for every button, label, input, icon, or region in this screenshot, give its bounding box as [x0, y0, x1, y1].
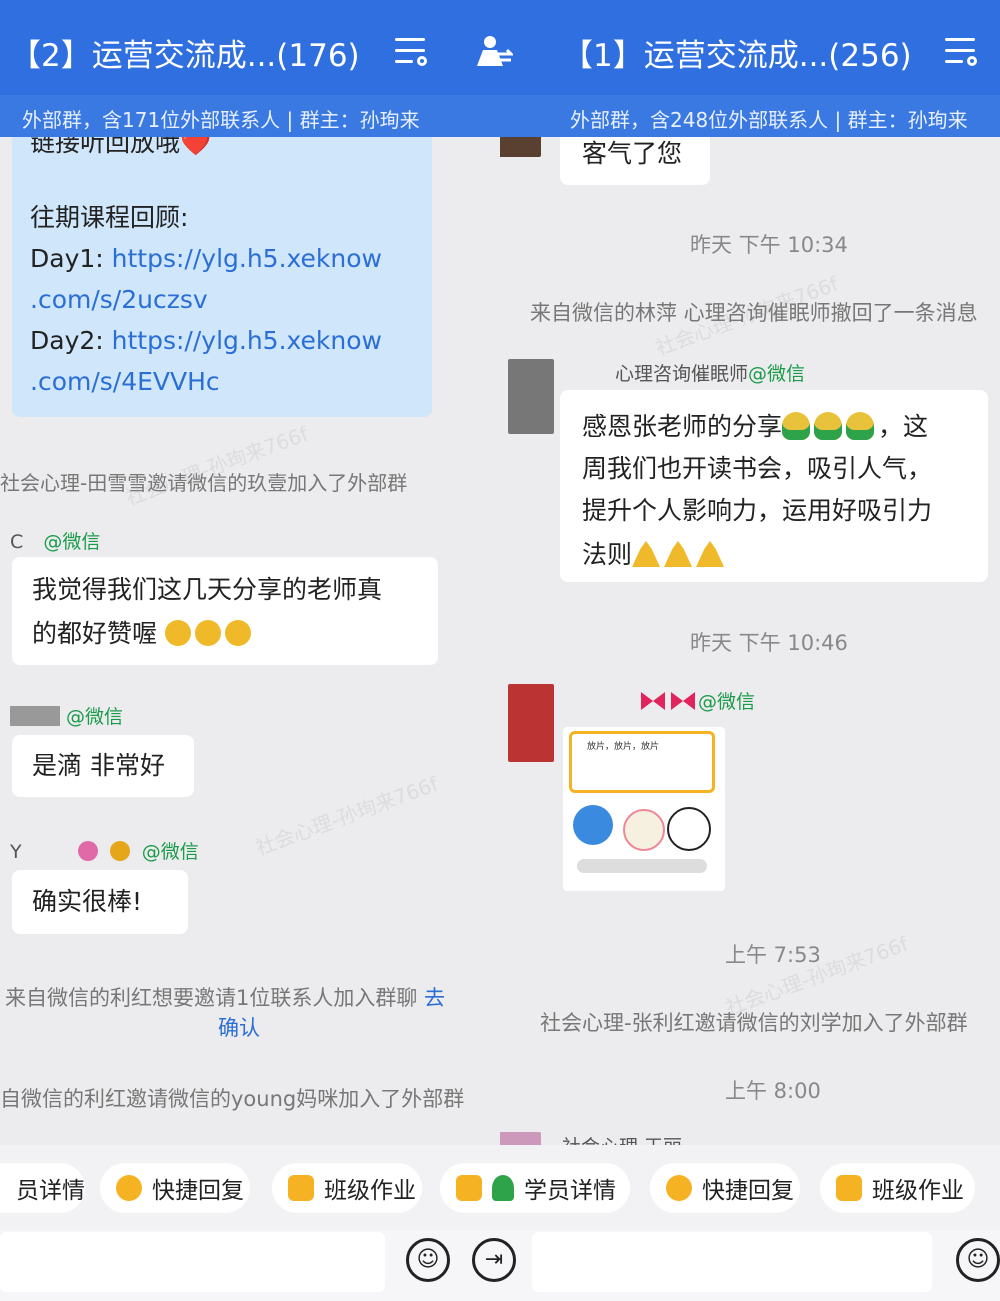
sunflower-icon	[109, 841, 130, 861]
calendar-icon	[456, 1175, 482, 1201]
avatar[interactable]	[500, 137, 541, 157]
sender-name: @微信	[10, 702, 123, 729]
smiley-face-icon[interactable]: ☺	[956, 1238, 1000, 1282]
praying-hands-icon	[696, 541, 725, 567]
quick-reply-button[interactable]: 快捷回复	[650, 1163, 800, 1213]
message-text: 的都好赞喔	[32, 619, 158, 648]
praying-hands-icon	[632, 541, 661, 567]
thumbs-up-icon	[164, 620, 191, 646]
day1-link-cont[interactable]: .com/s/2uczsv	[30, 279, 208, 320]
timestamp: 上午 8:00	[725, 1079, 821, 1103]
message-text: 提升个人影响力，运用好吸引力	[582, 496, 933, 525]
message-text: 法则	[582, 540, 633, 569]
clipboard-icon	[836, 1175, 862, 1201]
quick-reply-button[interactable]: 快捷回复	[100, 1163, 250, 1213]
wechat-tag: @微信	[698, 691, 756, 713]
sender-name: 社会心理 王丽	[562, 1132, 682, 1145]
chat-bubble-icon	[116, 1175, 142, 1201]
sticker-caption: 放片，放片，放片	[587, 742, 660, 752]
smiley-face-icon[interactable]: ☺	[406, 1238, 450, 1282]
left-menu-icon[interactable]	[395, 36, 427, 66]
bow-icon	[641, 692, 665, 710]
message-text: 链接听回放哦❤️	[30, 137, 212, 157]
day2-link-cont[interactable]: .com/s/4EVVHc	[30, 361, 220, 402]
thumbs-up-icon	[194, 620, 221, 646]
message-text: 客气了您	[582, 139, 683, 168]
day2-link[interactable]: https://ylg.h5.xeknow	[112, 326, 382, 355]
sender-name: Y @微信	[10, 841, 199, 863]
left-chat-title[interactable]: 【2】运营交流成...(176)	[10, 30, 360, 75]
message-text: 我觉得我们这几天分享的老师真	[32, 575, 383, 604]
message-input-right[interactable]	[532, 1232, 932, 1292]
left-chat-pane[interactable]: 链接听回放哦❤️ 往期课程回顾: Day1: https://ylg.h5.xe…	[0, 137, 500, 1145]
message-bubble[interactable]: 是滴 非常好	[12, 735, 194, 797]
praying-hands-icon	[664, 541, 693, 567]
class-homework-button[interactable]: 班级作业	[272, 1163, 422, 1213]
confirm-link[interactable]: 去	[424, 986, 445, 1010]
thumbs-up-icon	[224, 620, 251, 646]
message-bubble[interactable]: 感恩张老师的分享 ，这 周我们也开读书会，吸引人气， 提升个人影响力，运用好吸引力…	[560, 390, 988, 582]
message-text: ，这	[878, 412, 929, 441]
message-text: 周我们也开读书会，吸引人气，	[582, 454, 933, 483]
wechat-tag: @微信	[66, 706, 124, 728]
sprout-icon	[782, 412, 811, 440]
right-menu-icon[interactable]	[945, 36, 977, 66]
right-group-info: 外部群，含248位外部联系人 | 群主：孙珣来	[570, 108, 968, 132]
clipboard-icon	[288, 1175, 314, 1201]
chat-bubble-icon	[666, 1175, 692, 1201]
avatar[interactable]	[508, 359, 554, 434]
message-bubble[interactable]: 确实很棒!	[12, 870, 188, 934]
message-input-left[interactable]	[0, 1232, 385, 1292]
message-text: 确实很棒!	[32, 887, 143, 916]
sender-name: C @微信	[10, 531, 101, 553]
link-message-bubble[interactable]: 链接听回放哦❤️ 往期课程回顾: Day1: https://ylg.h5.xe…	[12, 137, 432, 417]
bow-icon	[671, 692, 695, 710]
confirm-link[interactable]: 确认	[218, 1012, 260, 1042]
sprout-icon	[814, 412, 843, 440]
day-label: Day1:	[30, 244, 104, 273]
wechat-tag: @微信	[141, 841, 199, 863]
left-group-info: 外部群，含171位外部联系人 | 群主：孙珣来	[22, 108, 420, 132]
message-text: 是滴 非常好	[32, 751, 165, 780]
voice-input-icon[interactable]: ⇥	[472, 1238, 516, 1282]
day1-link[interactable]: https://ylg.h5.xeknow	[112, 244, 382, 273]
person-transfer-icon[interactable]	[473, 34, 513, 68]
student-details-button[interactable]: 员详情	[0, 1163, 85, 1213]
timestamp: 昨天 下午 10:34	[690, 233, 848, 257]
message-bubble[interactable]: 我觉得我们这几天分享的老师真 的都好赞喔	[12, 557, 438, 665]
avatar[interactable]	[508, 684, 554, 762]
class-homework-button[interactable]: 班级作业	[820, 1163, 975, 1213]
sprout-icon	[846, 412, 875, 440]
timestamp: 昨天 下午 10:46	[690, 631, 848, 655]
sender-name: 心理咨询催眠师@微信	[615, 363, 806, 385]
avatar[interactable]	[500, 1132, 541, 1145]
system-notice: 来自微信的利红想要邀请1位联系人加入群聊 去	[5, 986, 446, 1010]
wechat-tag: @微信	[43, 531, 101, 553]
person-list-icon	[492, 1175, 514, 1201]
message-text: 感恩张老师的分享	[582, 412, 783, 441]
student-details-button[interactable]: 学员详情	[440, 1163, 630, 1213]
system-notice: 自微信的利红邀请微信的young妈咪加入了外部群	[0, 1087, 465, 1111]
wechat-tag: @微信	[748, 363, 806, 385]
sender-name: @微信	[560, 687, 755, 714]
message-text: 往期课程回顾:	[30, 203, 189, 232]
message-bubble[interactable]: 客气了您	[560, 137, 710, 185]
flower-icon	[77, 841, 98, 861]
sticker-image[interactable]: 放片，放片，放片	[563, 727, 725, 891]
right-chat-title[interactable]: 【1】运营交流成...(256)	[562, 30, 912, 75]
day-label: Day2:	[30, 326, 104, 355]
